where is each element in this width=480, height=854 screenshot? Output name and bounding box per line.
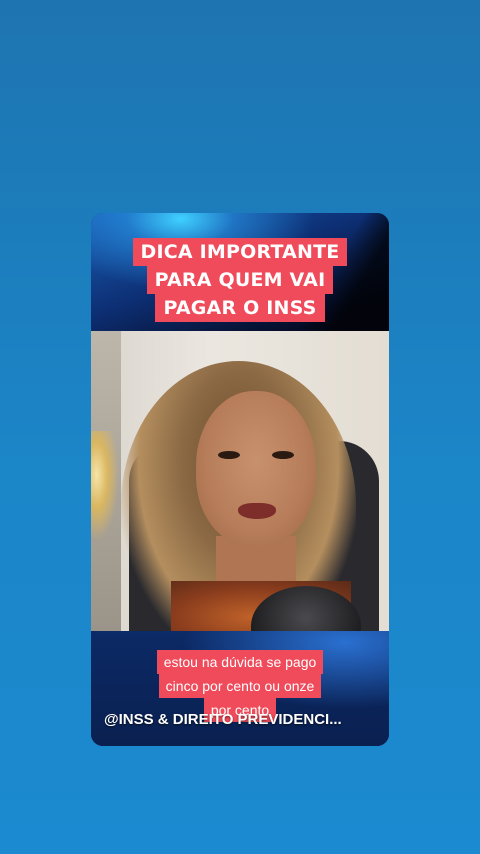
caption-line-2: cinco por cento ou onze xyxy=(158,674,322,698)
headline-line-3: PAGAR O INSS xyxy=(155,294,325,322)
video-frame[interactable] xyxy=(91,331,389,631)
eye-right xyxy=(272,451,294,459)
headline: DICA IMPORTANTE PARA QUEM VAI PAGAR O IN… xyxy=(91,238,389,322)
channel-handle[interactable]: @INSS & DIREITO PREVIDENCI... xyxy=(104,710,379,730)
headline-line-1: DICA IMPORTANTE xyxy=(132,238,348,266)
eye-left xyxy=(218,451,240,459)
lamp xyxy=(91,431,119,541)
person-face xyxy=(196,391,316,546)
caption-line-1: estou na dúvida se pago xyxy=(156,650,324,674)
headline-line-2: PARA QUEM VAI xyxy=(146,266,334,294)
video-card[interactable]: DICA IMPORTANTE PARA QUEM VAI PAGAR O IN… xyxy=(91,213,389,746)
mouth xyxy=(238,503,276,519)
